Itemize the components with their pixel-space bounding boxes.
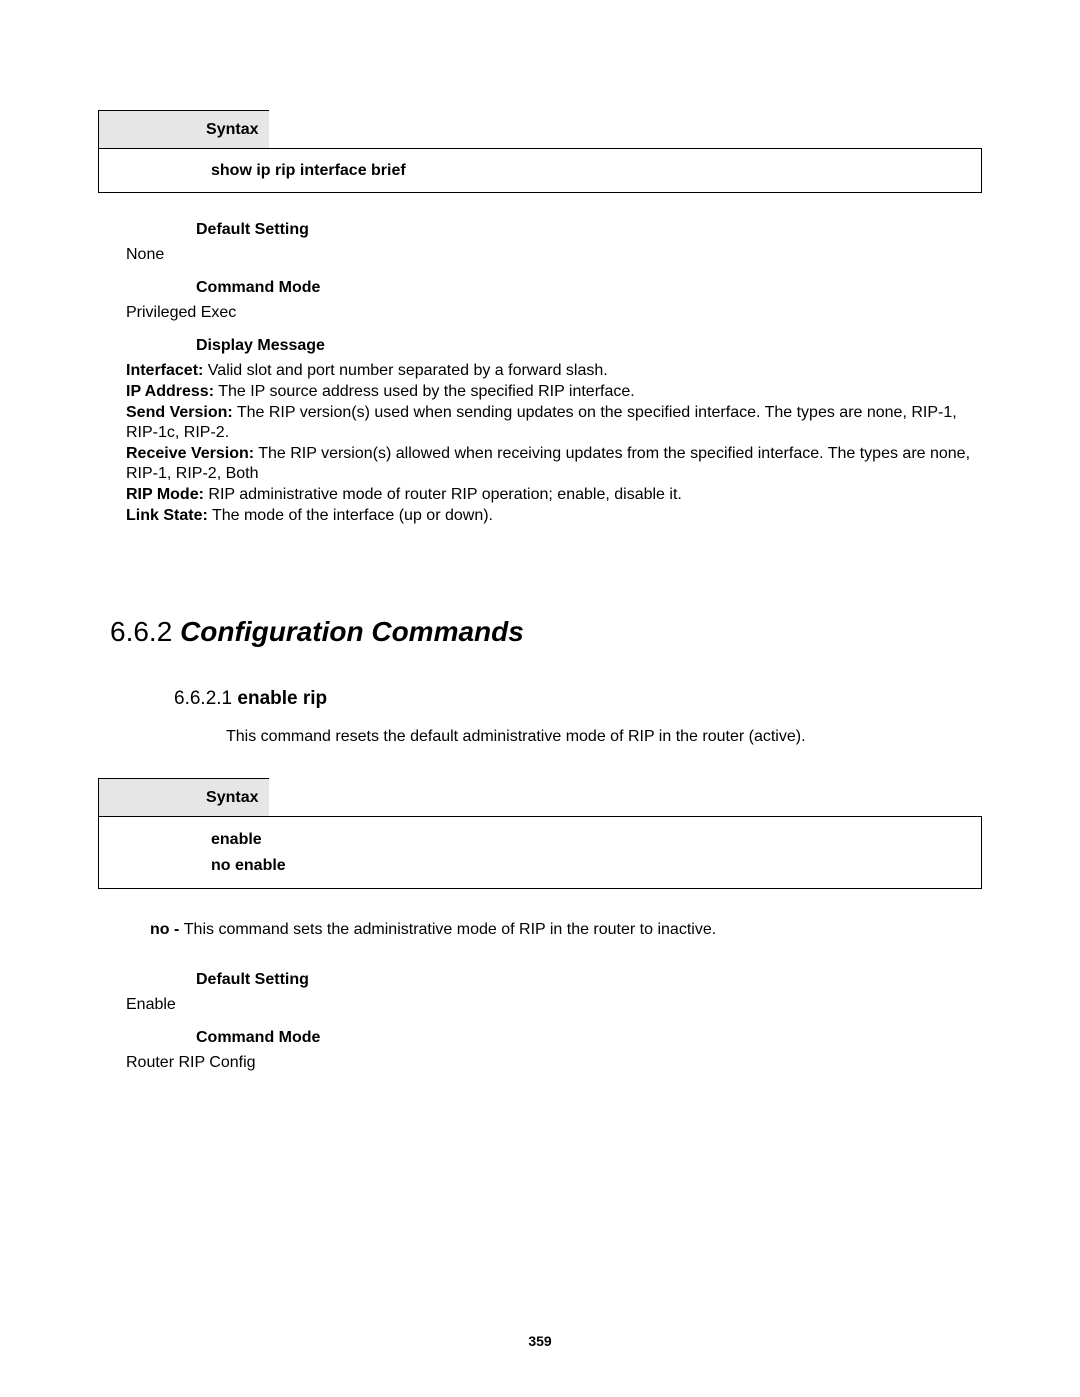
default-setting-label: Default Setting (196, 221, 982, 239)
section-title: Configuration Commands (180, 616, 524, 647)
subsection-heading: 6.6.2.1 enable rip (174, 688, 982, 710)
def-term: Interfacet: (126, 362, 203, 379)
command-mode-label: Command Mode (196, 1029, 982, 1047)
default-setting-value: Enable (126, 995, 982, 1015)
def-desc: Valid slot and port number separated by … (203, 362, 607, 379)
default-setting-value: None (126, 245, 982, 265)
definitions-list: Interfacet: Valid slot and port number s… (126, 361, 982, 526)
default-setting-label: Default Setting (196, 971, 982, 989)
command-mode-value: Privileged Exec (126, 303, 982, 323)
no-term: no - (150, 921, 184, 938)
def-desc: The RIP version(s) used when sending upd… (126, 404, 957, 441)
def-ripmode: RIP Mode: RIP administrative mode of rou… (126, 485, 982, 505)
section-heading: 6.6.2 Configuration Commands (110, 616, 982, 648)
syntax-table-2: Syntax enable no enable (98, 778, 982, 889)
syntax-label-cell: Syntax (99, 111, 269, 149)
command-mode-label: Command Mode (196, 279, 982, 297)
syntax-empty-cell (269, 779, 982, 817)
syntax-label-cell: Syntax (99, 779, 269, 817)
subsection-number: 6.6.2.1 (174, 688, 237, 709)
no-note: no - This command sets the administrativ… (150, 921, 982, 939)
page-number: 359 (0, 1333, 1080, 1349)
syntax-line-1: enable (211, 827, 981, 853)
syntax-command-cell: enable no enable (99, 817, 982, 889)
def-desc: The IP source address used by the specif… (214, 383, 635, 400)
def-desc: RIP administrative mode of router RIP op… (204, 486, 682, 503)
syntax-command-cell: show ip rip interface brief (99, 149, 982, 193)
def-term: Receive Version: (126, 445, 254, 462)
def-ipaddress: IP Address: The IP source address used b… (126, 382, 982, 402)
syntax-line-2: no enable (211, 853, 981, 879)
syntax-table-1: Syntax show ip rip interface brief (98, 110, 982, 193)
def-receiveversion: Receive Version: The RIP version(s) allo… (126, 444, 982, 484)
def-term: IP Address: (126, 383, 214, 400)
def-term: Send Version: (126, 404, 233, 421)
def-term: RIP Mode: (126, 486, 204, 503)
def-desc: The mode of the interface (up or down). (208, 507, 493, 524)
def-linkstate: Link State: The mode of the interface (u… (126, 506, 982, 526)
display-message-label: Display Message (196, 337, 982, 355)
command-mode-value: Router RIP Config (126, 1053, 982, 1073)
syntax-empty-cell (269, 111, 982, 149)
section-number: 6.6.2 (110, 616, 180, 647)
subsection-description: This command resets the default administ… (226, 728, 982, 746)
details-block-2: Default Setting Enable Command Mode Rout… (98, 971, 982, 1073)
details-block-1: Default Setting None Command Mode Privil… (98, 221, 982, 526)
def-interfacet: Interfacet: Valid slot and port number s… (126, 361, 982, 381)
def-term: Link State: (126, 507, 208, 524)
no-desc: This command sets the administrative mod… (184, 921, 716, 938)
def-sendversion: Send Version: The RIP version(s) used wh… (126, 403, 982, 443)
subsection-title: enable rip (237, 688, 327, 709)
